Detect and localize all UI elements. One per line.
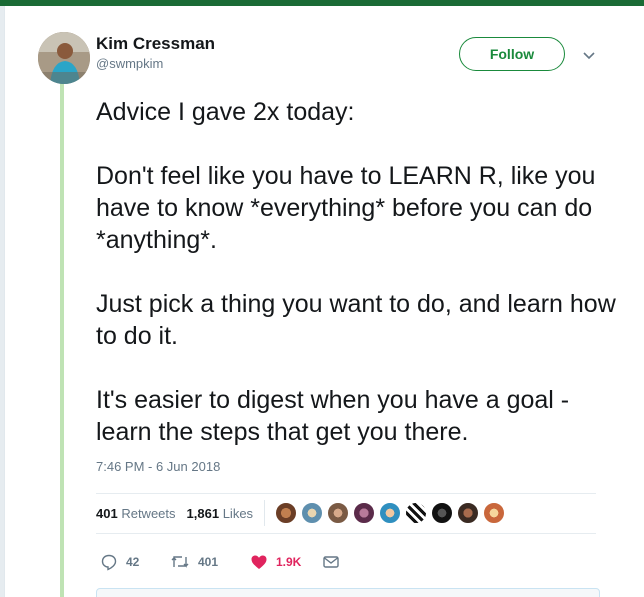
tweet-paragraph: Advice I gave 2x today: — [96, 98, 355, 126]
liker-avatar[interactable] — [483, 502, 506, 524]
heart-icon — [251, 555, 267, 569]
retweets-stat[interactable]: 401 Retweets — [96, 506, 176, 521]
retweets-label: Retweets — [121, 505, 176, 521]
likes-count: 1,861 — [186, 505, 220, 521]
tweet-text: Advice I gave 2x today: Don't feel like … — [96, 96, 616, 448]
liker-avatar[interactable] — [353, 502, 376, 524]
liker-avatar[interactable] — [457, 502, 480, 524]
reply-count: 42 — [126, 555, 140, 569]
envelope-icon — [323, 556, 339, 568]
retweets-count: 401 — [96, 505, 118, 521]
divider — [96, 493, 596, 494]
tweet-paragraph: It's easier to digest when you have a go… — [96, 386, 570, 446]
follow-button[interactable]: Follow — [459, 37, 565, 71]
like-count: 1.9K — [276, 555, 302, 569]
tweet-stats: 401 Retweets 1,861 Likes — [96, 495, 596, 531]
timestamp[interactable]: 7:46 PM - 6 Jun 2018 — [96, 459, 220, 474]
tweet-paragraph: Just pick a thing you want to do, and le… — [96, 290, 616, 350]
retweet-count: 401 — [198, 555, 219, 569]
liker-avatar[interactable] — [431, 502, 454, 524]
chevron-down-icon[interactable] — [580, 46, 598, 64]
like-button[interactable]: 1.9K — [250, 553, 322, 571]
reply-button[interactable]: 42 — [100, 553, 170, 571]
author-name[interactable]: Kim Cressman — [96, 34, 215, 54]
divider — [96, 533, 596, 534]
thread-line — [60, 82, 64, 597]
avatar[interactable] — [38, 32, 90, 84]
tweet-paragraph: Don't feel like you have to LEARN R, lik… — [96, 162, 596, 254]
stats-separator — [264, 500, 266, 526]
direct-message-button[interactable] — [322, 553, 348, 571]
reply-box[interactable] — [96, 588, 600, 597]
liker-avatar[interactable] — [405, 502, 428, 524]
liker-avatar[interactable] — [275, 502, 298, 524]
likers-avatars — [275, 502, 509, 524]
liker-avatar[interactable] — [327, 502, 350, 524]
author-handle[interactable]: @swmpkim — [96, 56, 163, 71]
tweet-actions: 42 401 1.9K — [100, 552, 348, 572]
reply-icon — [101, 554, 117, 571]
liker-avatar[interactable] — [301, 502, 324, 524]
liker-avatar[interactable] — [379, 502, 402, 524]
likes-label: Likes — [222, 505, 254, 521]
likes-stat[interactable]: 1,861 Likes — [187, 506, 254, 521]
retweet-button[interactable]: 401 — [170, 553, 250, 571]
retweet-icon — [171, 556, 189, 568]
